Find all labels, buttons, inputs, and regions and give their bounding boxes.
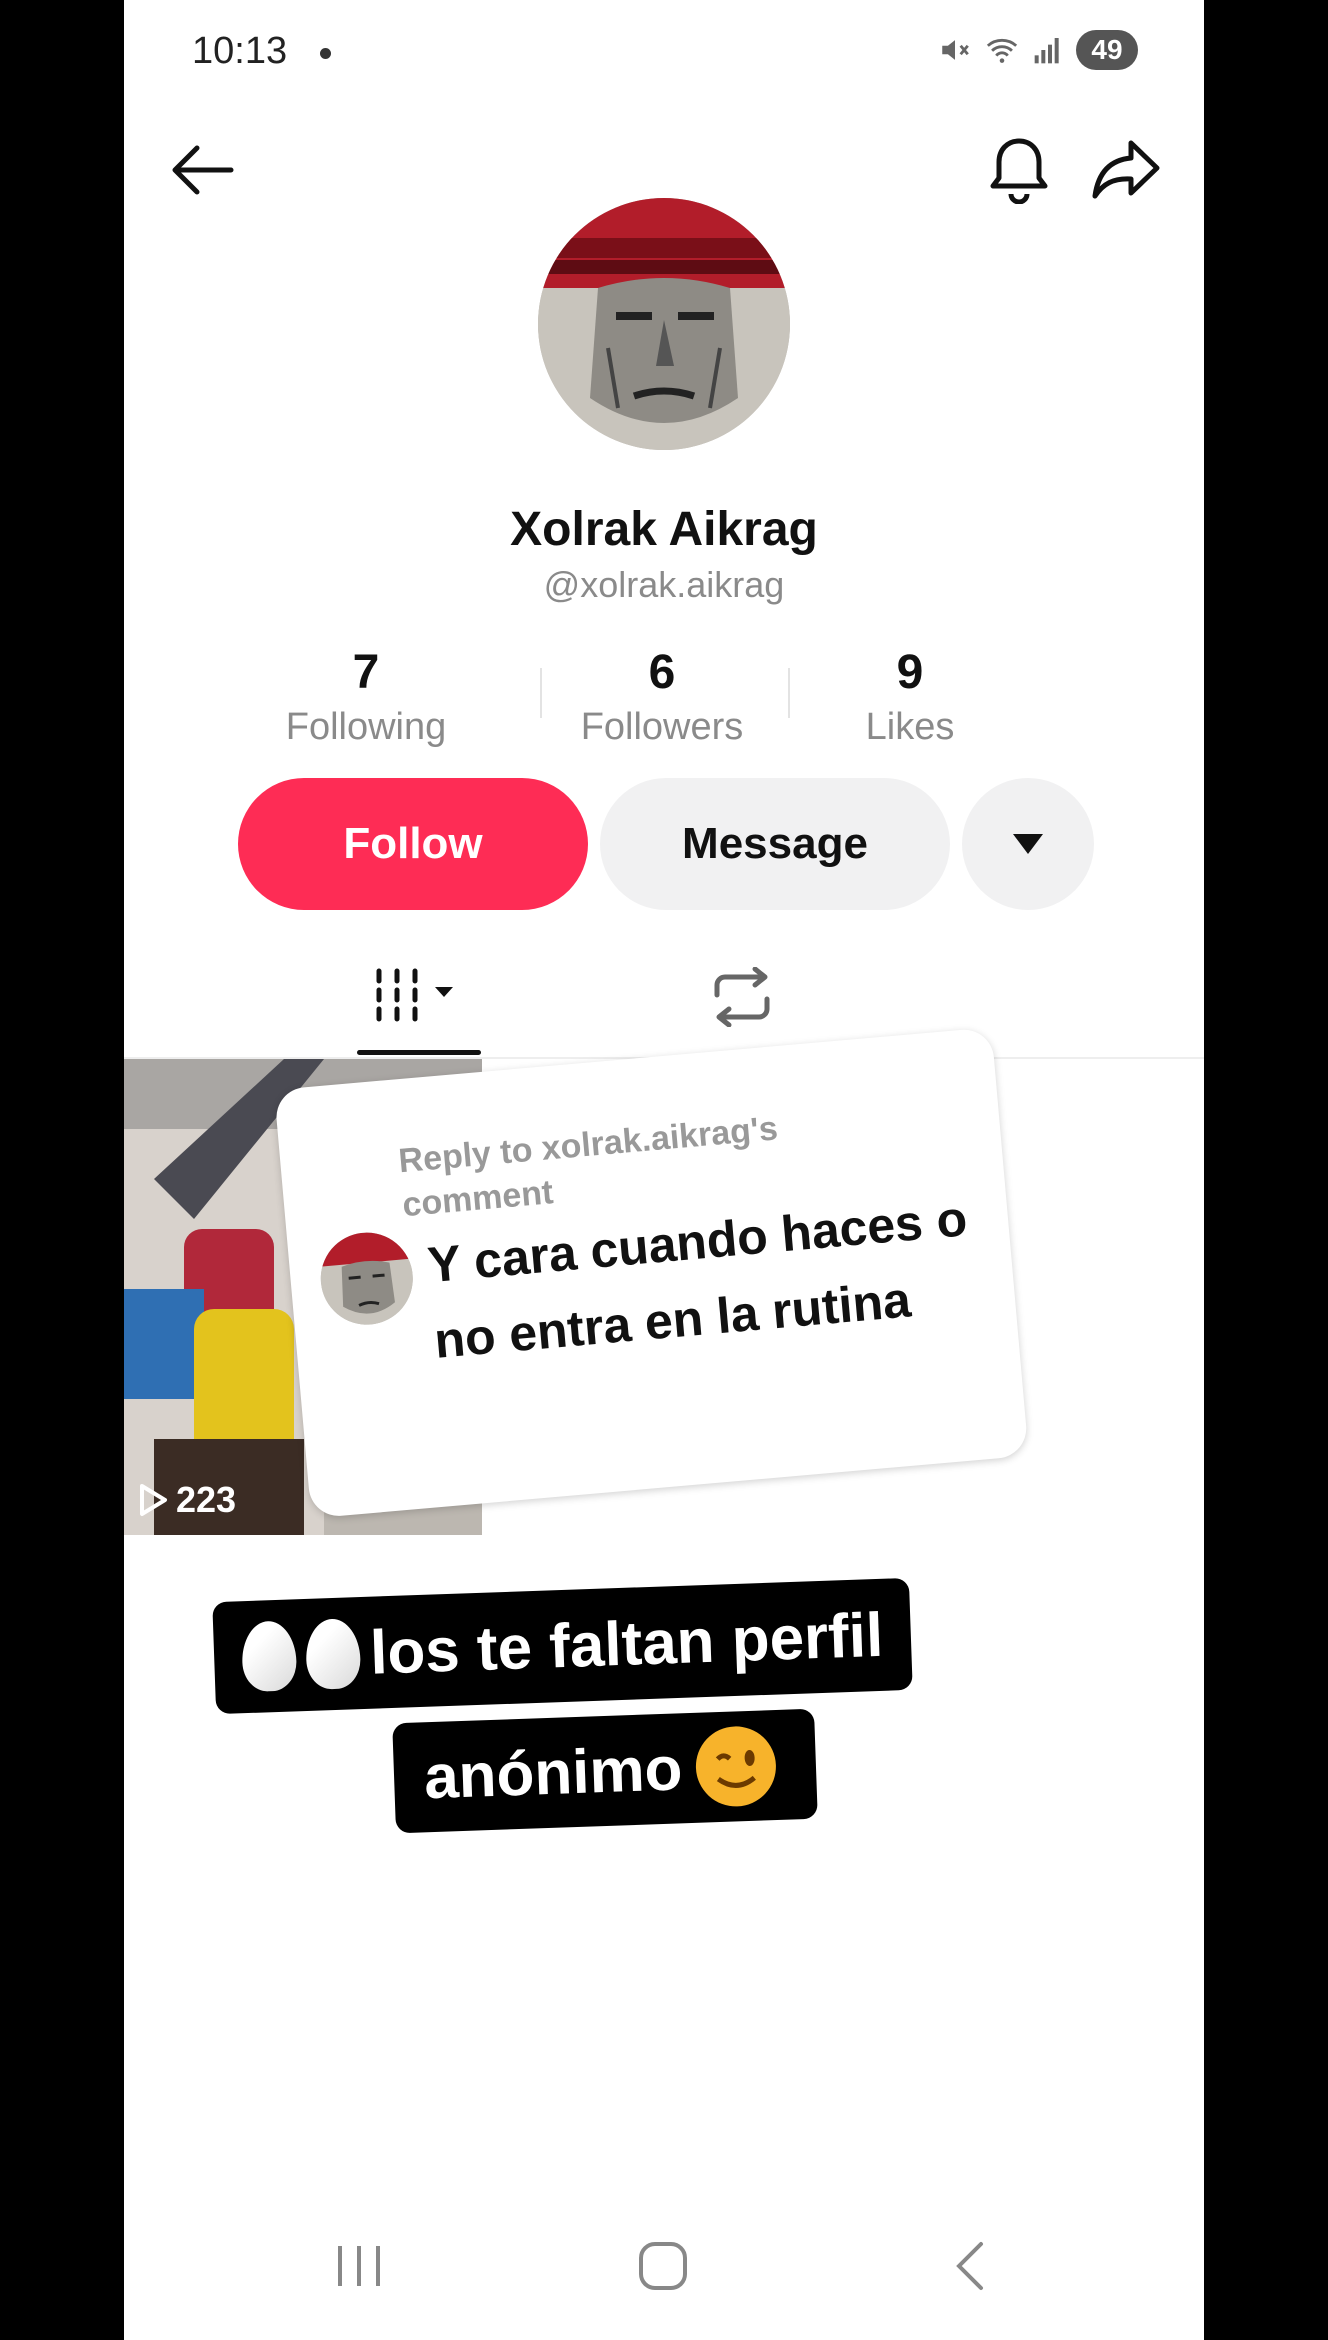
battery-indicator: 49	[1076, 30, 1138, 70]
back-button[interactable]	[162, 138, 242, 202]
wink-emoji-icon	[694, 1725, 778, 1808]
play-icon	[140, 1484, 167, 1516]
message-button[interactable]: Message	[600, 778, 950, 910]
caption-line-1: los te faltan perfil	[212, 1577, 914, 1715]
grid-icon	[376, 968, 453, 1022]
status-icons: 49	[938, 30, 1138, 70]
reply-avatar	[316, 1228, 417, 1329]
egg-emoji-icon	[304, 1618, 362, 1690]
likes-stat[interactable]: 9 Likes	[790, 644, 1030, 752]
followers-label: Followers	[580, 706, 744, 748]
caption-line-2: anónimo	[392, 1708, 819, 1834]
likes-label: Likes	[865, 706, 955, 748]
profile-screen: 10:13 49 Xolrak Aikrag @xolrak.aikrag 7 …	[124, 0, 1204, 2340]
profile-handle: @xolrak.aikrag	[543, 564, 785, 605]
notification-dot	[320, 48, 331, 59]
back-arrow-icon	[172, 145, 234, 195]
following-stat[interactable]: 7 Following	[246, 644, 486, 752]
active-tab-indicator	[357, 1050, 481, 1055]
caption-text-1: los te faltan perfil	[368, 1600, 885, 1688]
egg-emoji-icon	[240, 1620, 298, 1693]
caret-down-icon	[1013, 834, 1043, 854]
tab-reposts[interactable]	[702, 962, 782, 1032]
likes-count: 9	[896, 646, 924, 699]
tab-videos[interactable]	[364, 960, 474, 1030]
share-button[interactable]	[1090, 134, 1162, 204]
view-count-text: 223	[176, 1479, 237, 1520]
wifi-icon	[986, 38, 1018, 63]
caption-text-2: anónimo	[422, 1733, 684, 1812]
share-arrow-icon	[1092, 140, 1160, 199]
more-options-button[interactable]	[962, 778, 1094, 910]
home-icon	[639, 2242, 687, 2290]
notifications-button[interactable]	[984, 134, 1054, 206]
reply-comment-card: Reply to xolrak.aikrag's comment Y cara …	[274, 1027, 1029, 1519]
nav-back-button[interactable]	[924, 2236, 1014, 2296]
repost-icon	[714, 967, 770, 1027]
profile-name: Xolrak Aikrag	[510, 503, 818, 556]
recent-apps-button[interactable]	[314, 2236, 404, 2296]
profile-avatar[interactable]	[538, 198, 790, 450]
nav-back-icon	[956, 2242, 983, 2290]
following-count: 7	[352, 646, 380, 699]
following-label: Following	[285, 706, 447, 748]
followers-stat[interactable]: 6 Followers	[542, 644, 782, 752]
followers-count: 6	[648, 646, 676, 699]
view-count: 223	[138, 1479, 236, 1521]
signal-icon	[1034, 38, 1059, 64]
home-button[interactable]	[618, 2236, 708, 2296]
recent-apps-icon	[338, 2246, 380, 2286]
status-time: 10:13	[192, 30, 288, 72]
follow-button[interactable]: Follow	[238, 778, 588, 910]
mute-icon	[942, 40, 969, 60]
bell-icon	[990, 138, 1048, 204]
